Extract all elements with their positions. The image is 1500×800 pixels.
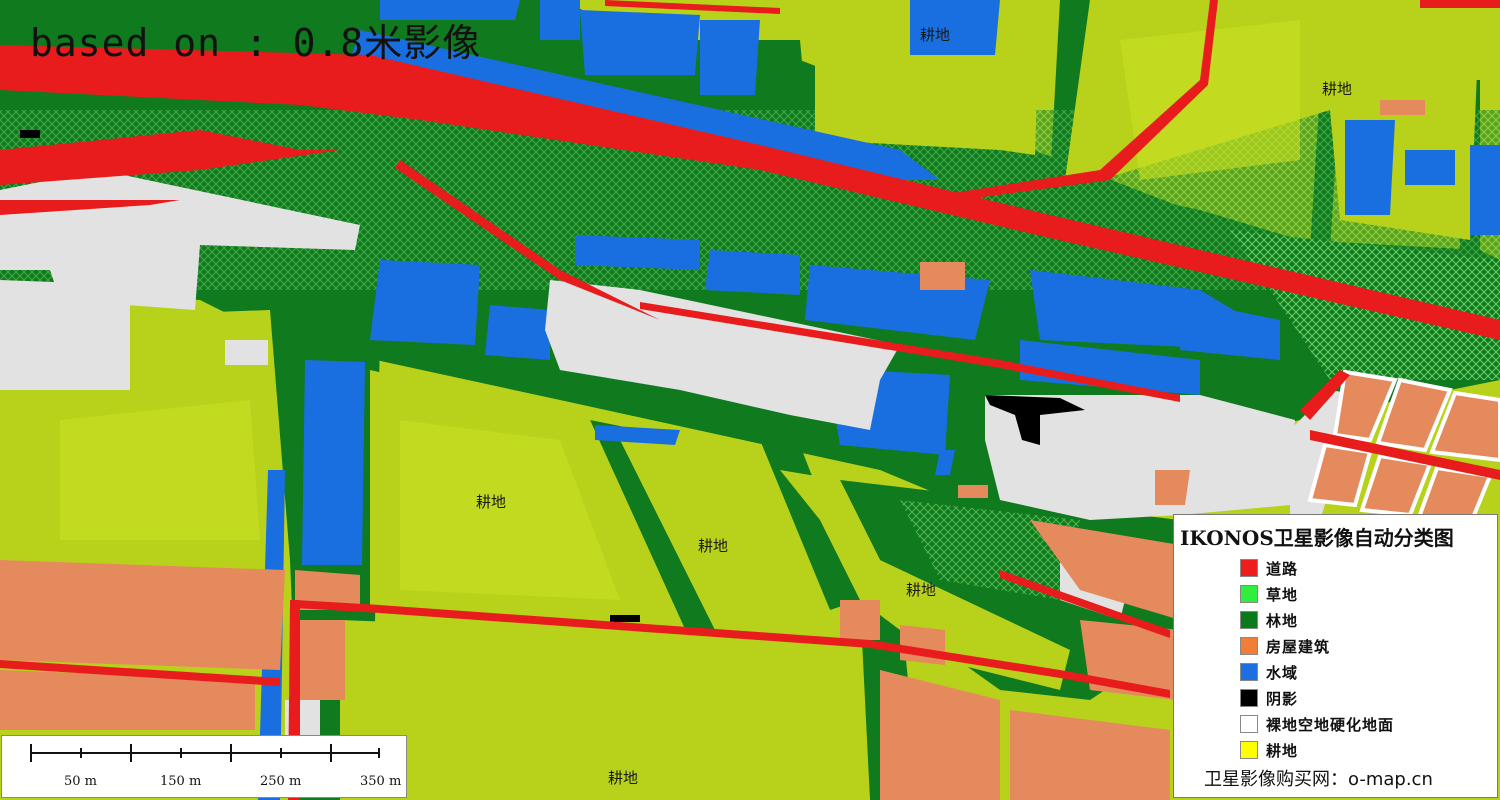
map-label-cropland: 耕地 [476, 493, 507, 511]
scale-bar-line [30, 752, 380, 754]
map-stage: based on : 0.8米影像 耕地 耕地 耕地 耕地 耕地 耕地 50 m… [0, 0, 1500, 800]
scale-tick [130, 744, 132, 762]
legend-swatch [1240, 637, 1258, 655]
legend-item-forest: 林地 [1240, 607, 1394, 633]
legend-label: 水域 [1266, 663, 1299, 682]
legend-footer-site: 卫星影像购买网：o-map.cn [1204, 769, 1433, 790]
legend-label: 道路 [1266, 559, 1299, 578]
legend-swatch [1240, 611, 1258, 629]
legend-swatch [1240, 663, 1258, 681]
map-label-cropland: 耕地 [1322, 80, 1353, 98]
legend-item-cropland: 耕地 [1240, 737, 1394, 763]
shadow-small-2 [610, 615, 640, 622]
map-label-cropland: 耕地 [920, 26, 951, 44]
legend-swatch [1240, 585, 1258, 603]
scale-tick [378, 748, 380, 758]
legend-list: 道路 草地 林地 房屋建筑 水域 阴影 裸地空地硬化地面 耕地 [1240, 555, 1394, 763]
scale-tick [230, 744, 232, 762]
imagery-source-title: based on : 0.8米影像 [30, 21, 482, 65]
legend-swatch [1240, 715, 1258, 733]
legend-swatch [1240, 741, 1258, 759]
scale-tick [180, 748, 182, 758]
legend-title: IKONOS卫星影像自动分类图 [1180, 526, 1454, 550]
map-label-cropland: 耕地 [698, 537, 729, 555]
legend-item-water: 水域 [1240, 659, 1394, 685]
map-legend: IKONOS卫星影像自动分类图 道路 草地 林地 房屋建筑 水域 阴影 裸地空地… [1173, 514, 1498, 798]
legend-label: 草地 [1266, 585, 1299, 604]
legend-item-bare-ground: 裸地空地硬化地面 [1240, 711, 1394, 737]
scale-label: 150 m [160, 774, 202, 789]
legend-swatch [1240, 559, 1258, 577]
legend-label: 房屋建筑 [1266, 637, 1331, 656]
legend-item-grassland: 草地 [1240, 581, 1394, 607]
legend-item-shadow: 阴影 [1240, 685, 1394, 711]
legend-item-road: 道路 [1240, 555, 1394, 581]
scale-label: 350 m [360, 774, 402, 789]
legend-item-building: 房屋建筑 [1240, 633, 1394, 659]
map-label-cropland: 耕地 [608, 769, 639, 787]
scale-tick [280, 748, 282, 758]
legend-swatch [1240, 689, 1258, 707]
scale-label: 250 m [260, 774, 302, 789]
scale-tick [330, 744, 332, 762]
scale-label: 50 m [64, 774, 98, 789]
scale-tick [30, 744, 32, 762]
shadow-small [20, 130, 40, 138]
legend-label: 裸地空地硬化地面 [1266, 715, 1395, 734]
scale-tick [80, 748, 82, 758]
map-label-cropland: 耕地 [906, 581, 937, 599]
legend-label: 林地 [1266, 611, 1299, 630]
legend-label: 阴影 [1266, 689, 1299, 708]
scale-bar: 50 m 150 m 250 m 350 m [1, 735, 407, 798]
legend-label: 耕地 [1266, 741, 1299, 760]
